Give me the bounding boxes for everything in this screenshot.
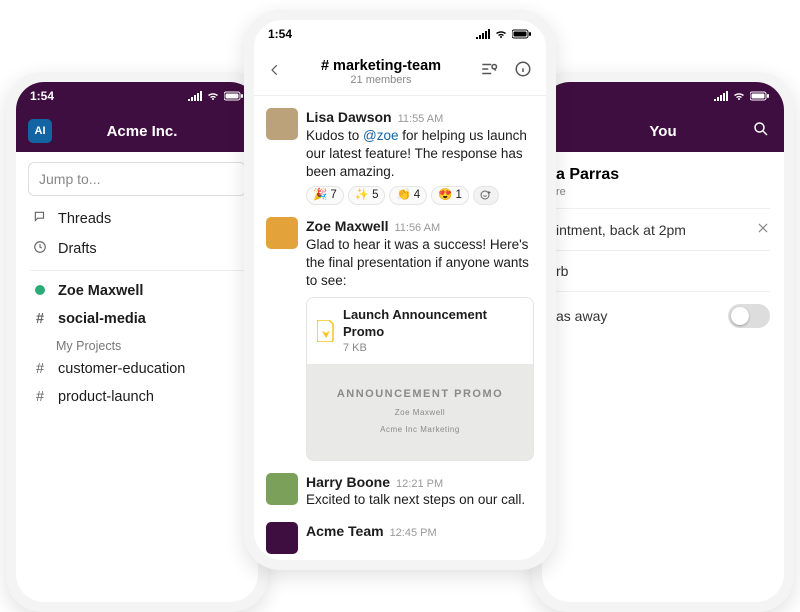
sidebar-item-channel[interactable]: # product-launch <box>16 383 258 411</box>
message[interactable]: Zoe Maxwell 11:56 AM Glad to hear it was… <box>254 211 546 466</box>
wifi-icon <box>206 91 220 101</box>
avatar[interactable] <box>266 217 298 249</box>
message-text: Kudos to @zoe for helping us launch our … <box>306 127 534 182</box>
search-icon[interactable] <box>752 120 770 143</box>
battery-icon <box>224 91 244 101</box>
status-text: intment, back at 2pm <box>556 222 686 238</box>
reaction[interactable]: 😍1 <box>431 186 469 206</box>
away-toggle[interactable] <box>728 304 770 328</box>
battery-icon <box>750 91 770 101</box>
phone-sidebar: 1:54 AI Acme Inc. Jump to... Threads Dra… <box>6 72 268 612</box>
file-preview: ANNOUNCEMENT PROMO Zoe Maxwell Acme Inc … <box>307 364 533 460</box>
sidebar-item-drafts[interactable]: Drafts <box>16 234 258 264</box>
message-time: 11:56 AM <box>394 221 440 236</box>
workspace-name: Acme Inc. <box>38 123 246 140</box>
wifi-icon <box>494 29 508 39</box>
sidebar-item-label: customer-education <box>58 361 185 377</box>
sidebar-item-dm[interactable]: Zoe Maxwell <box>16 277 258 305</box>
avatar[interactable] <box>266 108 298 140</box>
avatar[interactable] <box>266 473 298 505</box>
file-size: 7 KB <box>343 341 523 356</box>
sidebar-item-label: Threads <box>58 211 111 227</box>
message-time: 12:45 PM <box>390 526 437 541</box>
sidebar-section-heading: My Projects <box>16 333 258 355</box>
hash-icon: # <box>32 389 48 405</box>
workspace-header[interactable]: AI Acme Inc. <box>16 110 258 152</box>
battery-icon <box>512 29 532 39</box>
sidebar-item-threads[interactable]: Threads <box>16 204 258 234</box>
reactions: 🎉7 ✨5 👏4 😍1 <box>306 186 534 206</box>
sidebar-item-channel[interactable]: # social-media <box>16 305 258 333</box>
drafts-icon <box>32 240 48 258</box>
edit-row[interactable]: rb <box>556 250 770 291</box>
away-label: as away <box>556 308 607 324</box>
status-indicators <box>714 91 770 101</box>
message-time: 12:21 PM <box>396 477 443 492</box>
wifi-icon <box>732 91 746 101</box>
threads-icon <box>32 210 48 228</box>
mention[interactable]: @zoe <box>363 128 398 143</box>
message[interactable]: Acme Team 12:45 PM <box>254 516 546 560</box>
file-attachment[interactable]: Launch Announcement Promo 7 KB ANNOUNCEM… <box>306 297 534 461</box>
avatar[interactable] <box>266 522 298 554</box>
channel-title: # marketing-team <box>294 58 468 74</box>
status-bar: 1:54 <box>254 20 546 48</box>
profile-presence-label: re <box>556 186 770 198</box>
message-author: Zoe Maxwell <box>306 217 388 236</box>
hash-icon: # <box>32 311 48 327</box>
signal-icon <box>714 91 728 101</box>
presence-icon <box>32 283 48 299</box>
add-reaction-icon[interactable] <box>473 186 499 206</box>
status-time: 1:54 <box>30 89 54 103</box>
message-author: Harry Boone <box>306 473 390 492</box>
you-header-title: You <box>649 123 676 140</box>
phone-channel: 1:54 # marketing-team 21 members <box>244 10 556 570</box>
status-time: 1:54 <box>268 27 292 41</box>
message-author: Acme Team <box>306 522 384 541</box>
reaction[interactable]: ✨5 <box>348 186 386 206</box>
profile-name[interactable]: a Parras <box>556 166 770 184</box>
edit-text: rb <box>556 263 568 279</box>
channel-members: 21 members <box>294 74 468 86</box>
phone-you: You a Parras re intment, back at 2pm rb … <box>532 72 794 612</box>
file-title: Launch Announcement Promo <box>343 306 523 341</box>
message-text: Excited to talk next steps on our call. <box>306 491 534 509</box>
sidebar-item-label: product-launch <box>58 389 154 405</box>
status-bar: 1:54 <box>16 82 258 110</box>
reaction[interactable]: 🎉7 <box>306 186 344 206</box>
message[interactable]: Lisa Dawson 11:55 AM Kudos to @zoe for h… <box>254 102 546 211</box>
channel-header: # marketing-team 21 members <box>254 48 546 96</box>
message[interactable]: Harry Boone 12:21 PM Excited to talk nex… <box>254 467 546 516</box>
file-icon <box>317 320 335 342</box>
sidebar-item-label: social-media <box>58 311 146 327</box>
status-indicators <box>476 29 532 39</box>
reaction[interactable]: 👏4 <box>389 186 427 206</box>
hash-icon: # <box>32 361 48 377</box>
channel-title-wrap[interactable]: # marketing-team 21 members <box>294 58 468 86</box>
signal-icon <box>476 29 490 39</box>
status-row[interactable]: intment, back at 2pm <box>556 208 770 250</box>
sidebar-item-channel[interactable]: # customer-education <box>16 355 258 383</box>
away-row[interactable]: as away <box>556 291 770 340</box>
you-header: You <box>542 110 784 152</box>
sidebar-item-label: Zoe Maxwell <box>58 283 143 299</box>
status-bar <box>542 82 784 110</box>
close-icon[interactable] <box>756 221 770 238</box>
message-list[interactable]: Lisa Dawson 11:55 AM Kudos to @zoe for h… <box>254 96 546 560</box>
message-author: Lisa Dawson <box>306 108 392 127</box>
sidebar-item-label: Drafts <box>58 241 97 257</box>
jump-to-input[interactable]: Jump to... <box>28 162 246 196</box>
info-icon[interactable] <box>510 60 536 83</box>
message-time: 11:55 AM <box>398 112 444 127</box>
status-indicators <box>188 91 244 101</box>
filter-icon[interactable] <box>476 60 502 83</box>
signal-icon <box>188 91 202 101</box>
message-text: Glad to hear it was a success! Here's th… <box>306 236 534 291</box>
back-icon[interactable] <box>264 60 286 83</box>
